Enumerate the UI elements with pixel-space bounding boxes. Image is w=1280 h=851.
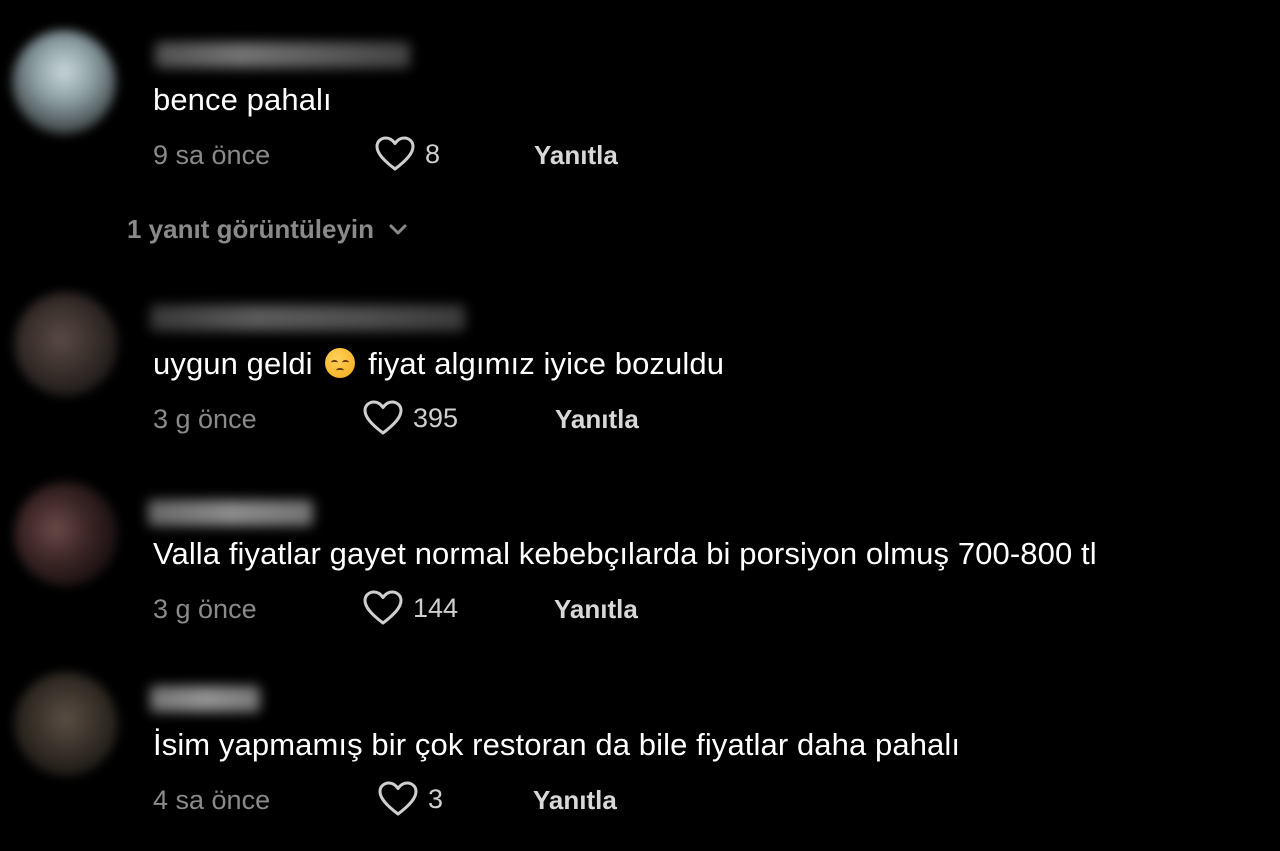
view-replies-button[interactable]: 1 yanıt görüntüleyin — [127, 214, 408, 245]
username-redacted[interactable] — [155, 42, 410, 68]
like-count: 395 — [413, 402, 459, 433]
reply-button[interactable]: Yanıtla — [534, 140, 618, 171]
like-count: 144 — [413, 592, 459, 623]
comments-panel: bence pahalı 9 sa önce 8 Yanıtla 1 yanıt… — [0, 0, 1280, 851]
view-replies-label: 1 yanıt görüntüleyin — [127, 214, 375, 244]
comment-time: 3 g önce — [153, 594, 257, 624]
like-count: 8 — [425, 138, 441, 169]
heart-outline-icon — [363, 590, 403, 625]
comment-text: uygun geldi fiyat algımız iyice bozuldu — [153, 346, 724, 382]
heart-outline-icon — [378, 781, 418, 816]
like-button[interactable]: 8 — [375, 136, 440, 172]
like-count: 3 — [428, 783, 444, 814]
like-button[interactable]: 395 — [363, 400, 458, 436]
comment-text-part: fiyat algımız iyice bozuldu — [368, 346, 725, 381]
avatar[interactable] — [12, 30, 116, 134]
comment-text: İsim yapmamış bir çok restoran da bile f… — [153, 727, 961, 762]
avatar[interactable] — [14, 482, 118, 586]
heart-outline-icon — [363, 400, 403, 435]
heart-outline-icon — [375, 136, 415, 171]
comment-time: 4 sa önce — [153, 785, 271, 815]
comment-text-part: uygun geldi — [153, 346, 313, 381]
pensive-face-emoji-icon — [325, 348, 356, 378]
avatar[interactable] — [14, 672, 118, 776]
avatar[interactable] — [14, 292, 118, 396]
like-button[interactable]: 3 — [378, 781, 443, 817]
reply-button[interactable]: Yanıtla — [533, 785, 617, 816]
username-redacted[interactable] — [150, 305, 465, 331]
comment-time: 9 sa önce — [153, 140, 271, 170]
comment-time: 3 g önce — [153, 404, 257, 434]
chevron-down-icon — [389, 224, 407, 234]
like-button[interactable]: 144 — [363, 590, 458, 626]
username-redacted[interactable] — [150, 686, 260, 712]
username-redacted[interactable] — [148, 500, 313, 526]
comment-text: Valla fiyatlar gayet normal kebebçılarda… — [153, 536, 1097, 571]
reply-button[interactable]: Yanıtla — [554, 594, 638, 625]
reply-button[interactable]: Yanıtla — [555, 404, 639, 435]
comment-text: bence pahalı — [153, 82, 332, 117]
